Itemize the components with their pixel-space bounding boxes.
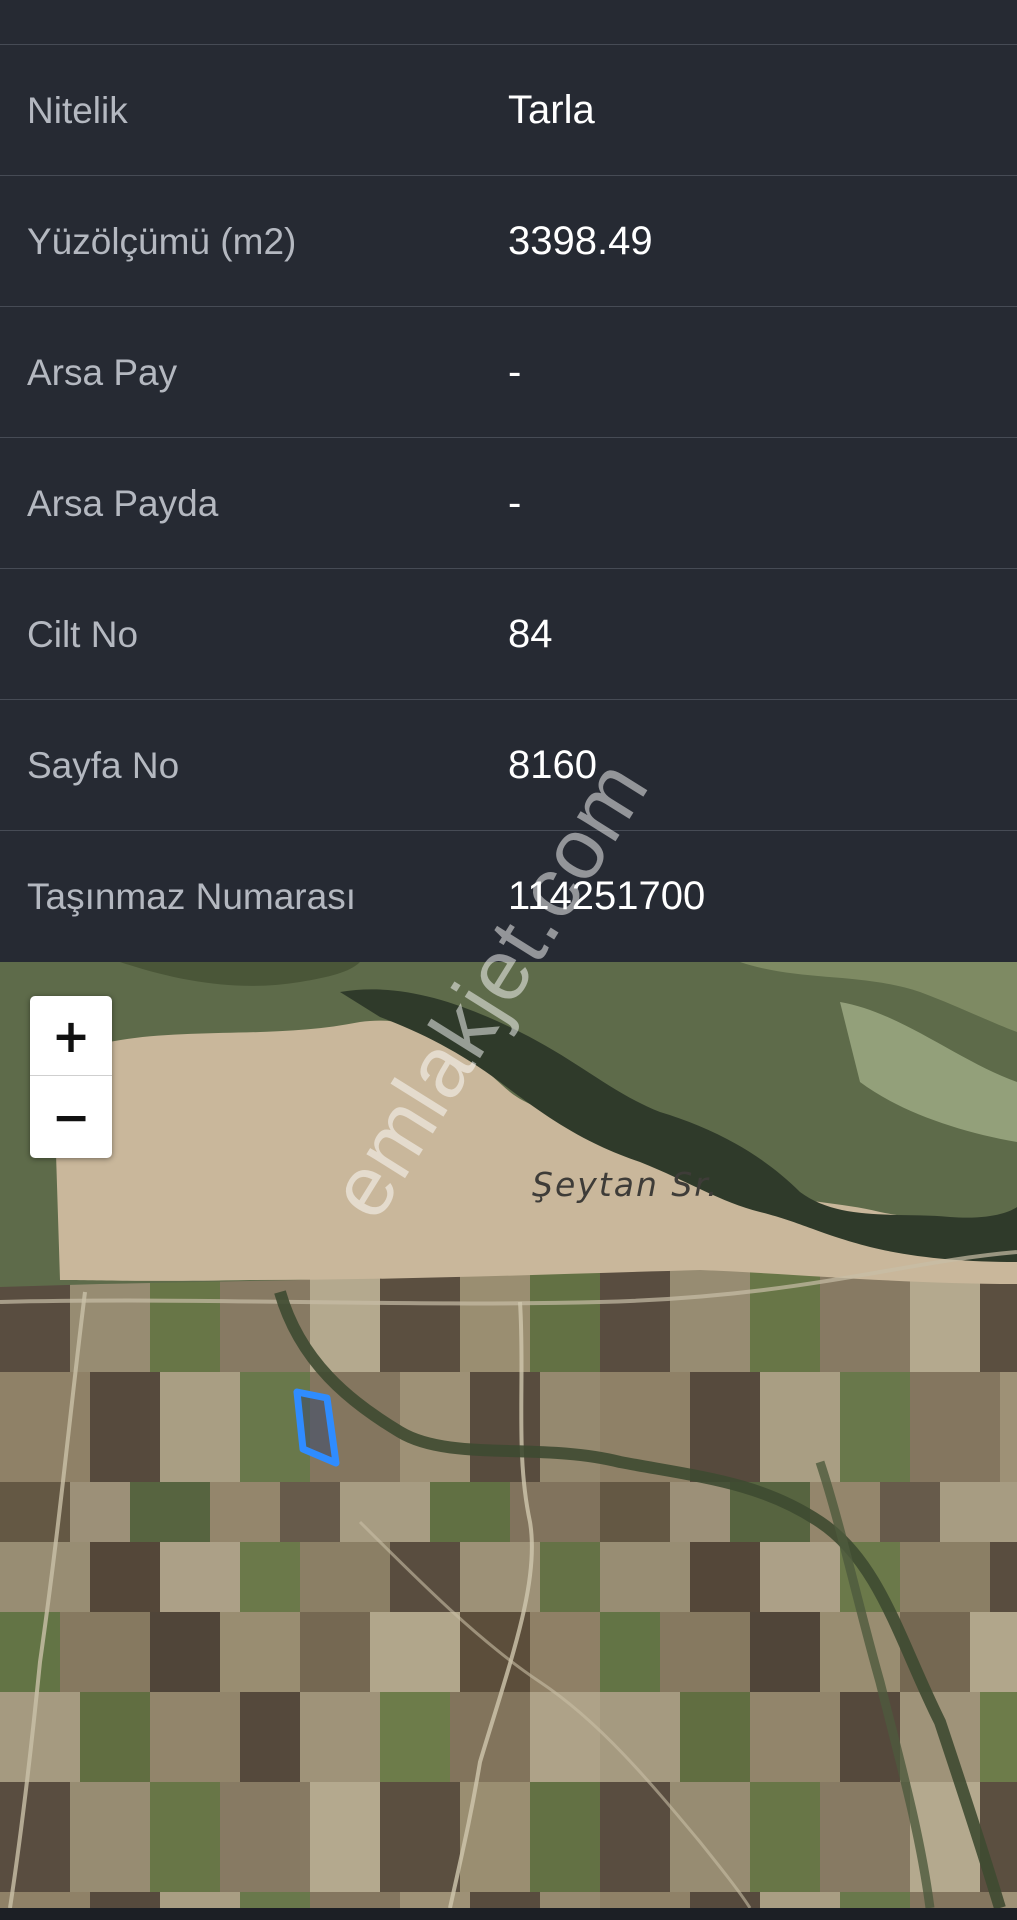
row-label: Nitelik [27,90,128,131]
row-value: Tarla [508,88,595,132]
parcel-outline[interactable] [293,1388,340,1467]
zoom-out-button[interactable]: − [30,1077,112,1157]
row-label: Sayfa No [27,745,180,786]
row-label: Cilt No [27,614,139,655]
satellite-imagery [0,962,1017,1908]
row-value: - [508,350,522,394]
bottom-bar [0,1908,1017,1920]
detail-row-sayfa-no: Sayfa No 8160 [0,699,1017,830]
row-label: Arsa Pay [27,352,178,393]
detail-row-nitelik: Nitelik Tarla [0,44,1017,175]
detail-row-arsa-pay: Arsa Pay - [0,306,1017,437]
zoom-in-button[interactable]: + [30,996,112,1076]
row-value: 84 [508,612,553,656]
row-label: Taşınmaz Numarası [27,876,356,917]
property-details-table: Nitelik Tarla Yüzölçümü (m2) 3398.49 Ars… [0,0,1017,962]
row-label: Yüzölçümü (m2) [27,221,297,262]
map-place-label: Şeytan Sr. [532,1165,720,1204]
detail-row-area: Yüzölçümü (m2) 3398.49 [0,175,1017,306]
satellite-map[interactable] [0,962,1017,1908]
detail-row-arsa-payda: Arsa Payda - [0,437,1017,568]
detail-row-cilt-no: Cilt No 84 [0,568,1017,699]
zoom-control: + − [30,996,112,1158]
row-label: Arsa Payda [27,483,219,524]
row-value: 3398.49 [508,219,653,263]
row-value: - [508,481,522,525]
